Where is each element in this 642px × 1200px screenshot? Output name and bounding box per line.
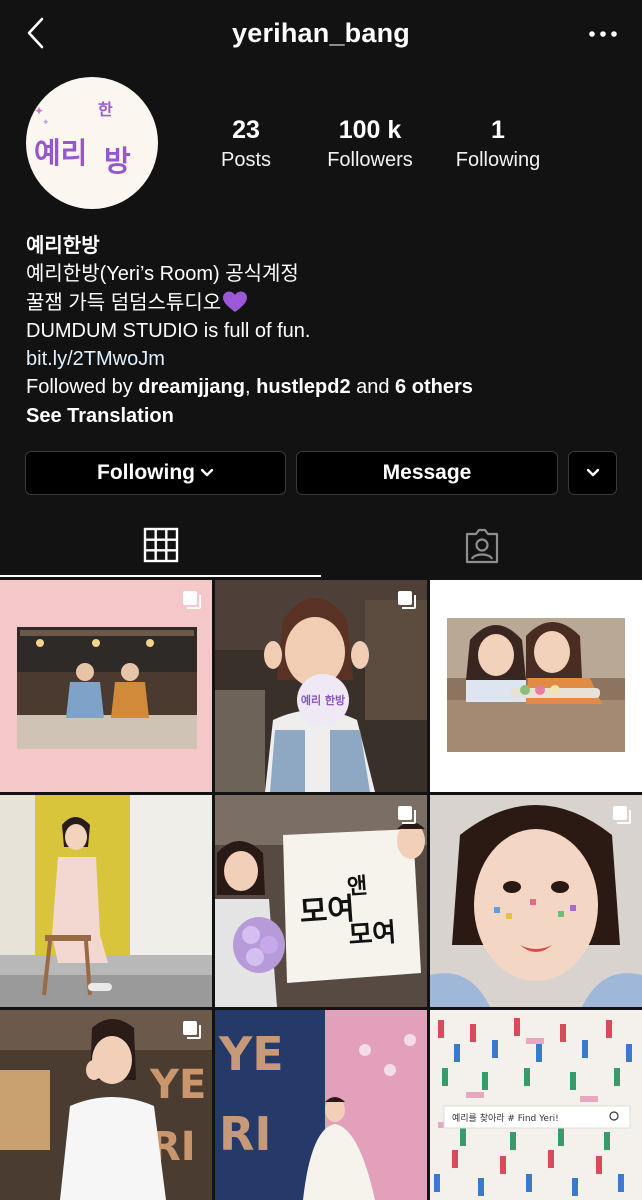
balloon-letters: RI [219,1107,272,1161]
stat-label: Followers [327,149,413,171]
post-thumbnail[interactable]: YE RI [0,1010,212,1200]
bio-line: DUMDUM STUDIO is full of fun. [26,319,311,342]
top-bar: yerihan_bang [0,0,642,70]
post-image [0,580,212,792]
message-button-label: Message [382,461,472,484]
tagged-person-icon [465,528,498,564]
post-image [430,795,642,1007]
bio-line: 꿀잼 가득 덤덤스튜디오 [26,291,222,314]
stat-followers[interactable]: 100 k Followers [292,116,448,172]
following-button[interactable]: Following [25,451,286,495]
grid-icon [143,527,178,563]
post-sign-text: 예리 한방 [301,693,345,707]
post-thumbnail[interactable] [430,580,642,792]
chevron-down-icon [200,468,214,477]
multiple-photos-icon [613,806,631,824]
profile-tabs [0,515,642,579]
more-horizontal-icon[interactable] [588,24,618,44]
svg-text:방: 방 [104,144,131,178]
suggested-accounts-button[interactable] [568,451,617,495]
tab-posts-grid[interactable] [0,515,321,577]
following-button-label: Following [97,461,195,484]
balloon-letters: YE [218,1027,284,1081]
post-image [0,795,212,1007]
svg-text:앤: 앤 [346,873,368,900]
followed-by-line[interactable]: Followed by dreamjjang, hustlepd2 and 6 … [26,373,626,401]
post-thumbnail[interactable]: 예리 한방 [215,580,427,792]
svg-text:한: 한 [98,100,113,119]
post-image: YE RI [215,1010,427,1200]
profile-username: yerihan_bang [232,18,410,48]
followed-by-prefix: Followed by [26,376,139,399]
tab-tagged[interactable] [321,515,642,577]
multiple-photos-icon [398,806,416,824]
post-thumbnail[interactable] [430,795,642,1007]
posts-grid: 예리 한방 모여 앤 모여 YE RI YE RI 예리를 찾아라 # Find… [0,580,642,1200]
balloon-letters: YE [149,1062,206,1108]
stat-following[interactable]: 1 Following [448,116,548,172]
post-image: YE RI [0,1010,212,1200]
post-thumbnail[interactable]: 예리를 찾아라 # Find Yeri! [430,1010,642,1200]
svg-text:✦: ✦ [42,118,50,128]
stat-value: 100 k [338,116,402,144]
multiple-photos-icon [183,591,201,609]
post-banner-text: 예리를 찾아라 # Find Yeri! [452,1113,559,1124]
post-image: 예리를 찾아라 # Find Yeri! [430,1010,642,1200]
bio-line-with-emoji: 꿀잼 가득 덤덤스튜디오 [26,289,626,317]
followed-user-link[interactable]: dreamjjang [138,376,245,398]
see-translation-link[interactable]: See Translation [26,402,626,430]
post-image: 모여 앤 모여 [215,795,427,1007]
followed-user-link[interactable]: hustlepd2 [256,376,350,398]
svg-text:✦: ✦ [34,104,44,118]
post-thumbnail[interactable] [0,795,212,1007]
message-button[interactable]: Message [296,451,558,495]
stat-posts[interactable]: 23 Posts [200,116,292,172]
bio-link[interactable]: bit.ly/2TMwoJm [26,345,626,373]
avatar-logo: ✦ ✦ 한 예리 방 [34,100,131,178]
post-image [430,580,642,792]
followed-separator: , [244,376,257,399]
post-thumbnail[interactable]: 모여 앤 모여 [215,795,427,1007]
post-thumbnail[interactable]: YE RI [215,1010,427,1200]
multiple-photos-icon [398,591,416,609]
multiple-photos-icon [183,1021,201,1039]
profile-stats: 23 Posts 100 k Followers 1 Following [200,116,560,172]
followed-and: and [350,376,396,399]
stat-value: 23 [232,116,260,144]
svg-text:모여: 모여 [347,918,397,951]
avatar[interactable]: ✦ ✦ 한 예리 방 [26,77,158,209]
profile-bio: 예리한방 예리한방(Yeri’s Room) 공식계정 꿀잼 가득 덤덤스튜디오… [26,232,626,430]
stat-value: 1 [491,116,505,144]
bio-line: 예리한방(Yeri’s Room) 공식계정 [26,263,299,286]
svg-text:예리: 예리 [34,136,87,170]
post-thumbnail[interactable] [0,580,212,792]
stat-label: Posts [220,149,272,171]
stat-label: Following [455,149,541,171]
purple-heart-icon [223,291,248,312]
chevron-down-icon [586,468,599,477]
followed-others-link[interactable]: 6 others [395,376,473,398]
post-image: 예리 한방 [215,580,427,792]
profile-display-name: 예리한방 [26,235,100,257]
